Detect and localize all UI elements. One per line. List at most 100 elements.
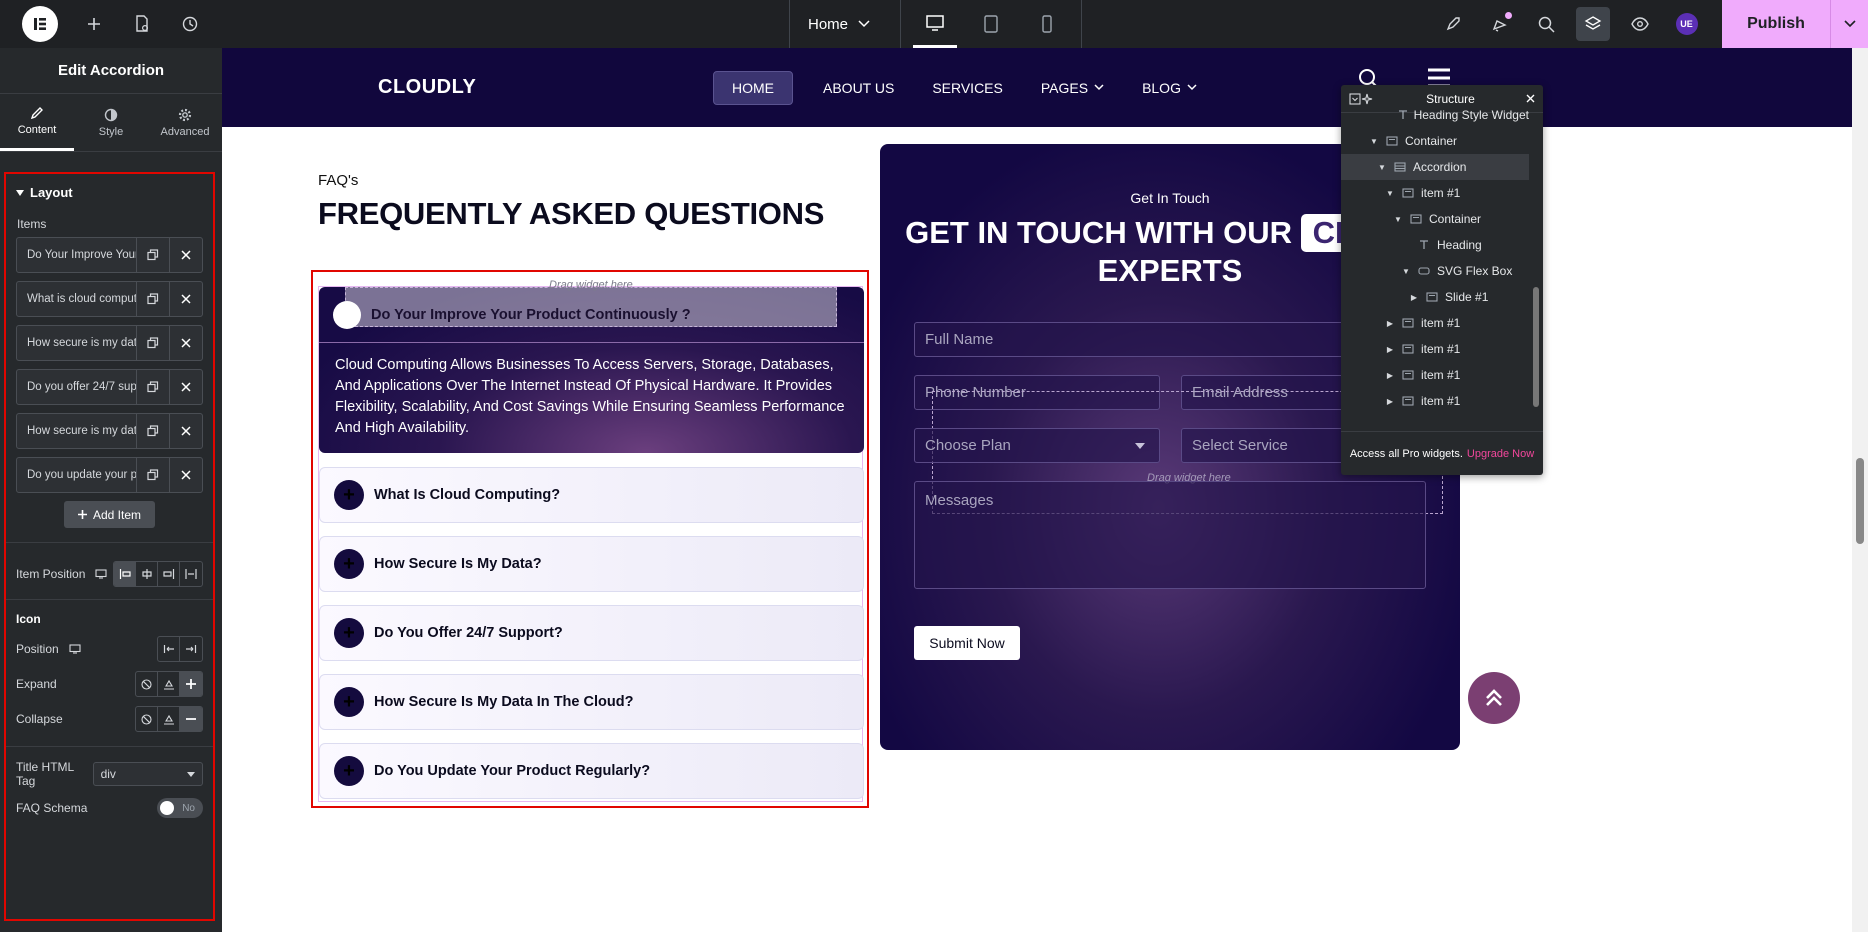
structure-scrollbar[interactable] <box>1533 117 1539 431</box>
repeater-item-title[interactable]: Do you offer 24/7 support? <box>17 370 136 404</box>
publish-options-chevron-icon[interactable] <box>1830 0 1868 48</box>
accordion-plus-icon[interactable]: + <box>334 549 364 579</box>
repeater-item[interactable]: How secure is my data in the cloud? <box>16 413 203 449</box>
align-start-icon[interactable] <box>114 562 136 586</box>
messages-textarea[interactable]: Messages <box>914 481 1426 589</box>
structure-row[interactable]: ▶item #1 <box>1341 414 1529 420</box>
caret-right-icon[interactable]: ▶ <box>1385 397 1395 406</box>
caret-right-icon[interactable]: ▶ <box>1409 293 1419 302</box>
accordion-toggle-icon[interactable] <box>333 300 361 329</box>
layers-icon[interactable] <box>1576 7 1610 41</box>
elementor-logo-icon[interactable] <box>22 6 58 42</box>
align-center-icon[interactable] <box>136 562 158 586</box>
upload-svg-icon[interactable] <box>158 707 180 731</box>
remove-close-icon[interactable] <box>169 370 202 404</box>
none-icon[interactable] <box>136 707 158 731</box>
remove-close-icon[interactable] <box>169 414 202 448</box>
publish-button[interactable]: Publish <box>1722 0 1830 48</box>
repeater-item[interactable]: Do you update your product regularly? <box>16 457 203 493</box>
preview-eye-icon[interactable] <box>1616 2 1663 46</box>
repeater-item-title[interactable]: How secure is my data in the cloud? <box>17 414 136 448</box>
remove-close-icon[interactable] <box>169 238 202 272</box>
structure-row[interactable]: ▶ Slide #1 <box>1341 284 1529 310</box>
caret-down-icon[interactable]: ▼ <box>1369 137 1379 146</box>
repeater-item-title[interactable]: Do you update your product regularly? <box>17 458 136 492</box>
structure-row[interactable]: ▼ Accordion <box>1341 154 1529 180</box>
minus-icon[interactable] <box>180 707 202 731</box>
rocket-icon[interactable] <box>1429 2 1476 46</box>
remove-close-icon[interactable] <box>169 326 202 360</box>
remove-close-icon[interactable] <box>169 458 202 492</box>
position-end-icon[interactable] <box>180 637 202 661</box>
nav-pages[interactable]: PAGES <box>1041 80 1104 96</box>
duplicate-icon[interactable] <box>136 282 169 316</box>
upgrade-now-link[interactable]: Upgrade Now <box>1467 448 1534 460</box>
structure-row[interactable]: ▶item #1 <box>1341 362 1529 388</box>
accordion-item[interactable]: + How Secure Is My Data? <box>319 536 864 592</box>
tab-content[interactable]: Content <box>0 94 74 151</box>
plus-icon[interactable] <box>180 672 202 696</box>
tab-style[interactable]: Style <box>74 94 148 151</box>
tablet-icon[interactable] <box>969 0 1013 48</box>
align-end-icon[interactable] <box>158 562 180 586</box>
caret-right-icon[interactable]: ▶ <box>1385 345 1395 354</box>
none-icon[interactable] <box>136 672 158 696</box>
desktop-small-icon[interactable] <box>69 644 81 654</box>
layout-section-header[interactable]: Layout <box>6 174 213 211</box>
accordion-plus-icon[interactable]: + <box>334 480 364 510</box>
accordion-plus-icon[interactable]: + <box>334 756 364 786</box>
page-scrollbar-thumb[interactable] <box>1856 458 1864 544</box>
add-element-plus-icon[interactable] <box>72 2 116 46</box>
page-settings-icon[interactable] <box>120 2 164 46</box>
desktop-icon[interactable] <box>913 0 957 48</box>
nav-home[interactable]: HOME <box>713 70 793 105</box>
accordion-item-header[interactable]: Drag widget here Do Your Improve Your Pr… <box>319 279 864 343</box>
accordion-item[interactable]: + How Secure Is My Data In The Cloud? <box>319 674 864 730</box>
caret-down-icon[interactable]: ▼ <box>1377 163 1387 172</box>
page-scrollbar[interactable] <box>1852 48 1868 932</box>
structure-row[interactable]: Heading <box>1341 232 1529 258</box>
accordion-item[interactable]: + Do You Update Your Product Regularly? <box>319 743 864 799</box>
repeater-item[interactable]: What is cloud computing? <box>16 281 203 317</box>
tab-advanced[interactable]: Advanced <box>148 94 222 151</box>
caret-down-icon[interactable]: ▼ <box>1385 189 1395 198</box>
add-item-button[interactable]: Add Item <box>63 501 156 528</box>
structure-row[interactable]: Heading Style Widget <box>1341 102 1529 128</box>
caret-down-icon[interactable]: ▼ <box>1401 267 1411 276</box>
duplicate-icon[interactable] <box>136 458 169 492</box>
accordion-plus-icon[interactable]: + <box>334 687 364 717</box>
page-selector[interactable]: Home <box>789 0 901 48</box>
nav-about[interactable]: ABOUT US <box>823 80 894 96</box>
mobile-icon[interactable] <box>1025 0 1069 48</box>
scroll-to-top-icon[interactable] <box>1468 672 1520 724</box>
user-avatar[interactable]: UE <box>1663 2 1710 46</box>
structure-row[interactable]: ▼ Container <box>1341 206 1529 232</box>
duplicate-icon[interactable] <box>136 370 169 404</box>
search-icon[interactable] <box>1523 2 1570 46</box>
duplicate-icon[interactable] <box>136 326 169 360</box>
choose-plan-select[interactable]: Choose Plan <box>914 428 1160 463</box>
repeater-item-title[interactable]: How secure is my data? <box>17 326 136 360</box>
structure-row[interactable]: ▼ Container <box>1341 128 1529 154</box>
caret-right-icon[interactable]: ▶ <box>1385 371 1395 380</box>
structure-row[interactable]: ▶item #1 <box>1341 310 1529 336</box>
title-html-tag-select[interactable]: div <box>92 762 203 786</box>
repeater-item-title[interactable]: Do Your Improve Your Product Continuousl… <box>17 238 136 272</box>
caret-right-icon[interactable]: ▶ <box>1385 319 1395 328</box>
nav-blog[interactable]: BLOG <box>1142 80 1197 96</box>
site-brand[interactable]: CLOUDLY <box>378 76 713 99</box>
repeater-item[interactable]: Do Your Improve Your Product Continuousl… <box>16 237 203 273</box>
accordion-item[interactable]: + Do You Offer 24/7 Support? <box>319 605 864 661</box>
duplicate-icon[interactable] <box>136 414 169 448</box>
structure-row[interactable]: ▼ item #1 <box>1341 180 1529 206</box>
notifications-icon[interactable] <box>1476 2 1523 46</box>
align-stretch-icon[interactable] <box>180 562 202 586</box>
repeater-item-title[interactable]: What is cloud computing? <box>17 282 136 316</box>
structure-row[interactable]: ▶item #1 <box>1341 336 1529 362</box>
repeater-item[interactable]: How secure is my data? <box>16 325 203 361</box>
accordion-plus-icon[interactable]: + <box>334 618 364 648</box>
desktop-small-icon[interactable] <box>95 569 107 579</box>
history-icon[interactable] <box>168 2 212 46</box>
faq-schema-toggle[interactable]: No <box>157 798 203 818</box>
caret-down-icon[interactable]: ▼ <box>1393 215 1403 224</box>
